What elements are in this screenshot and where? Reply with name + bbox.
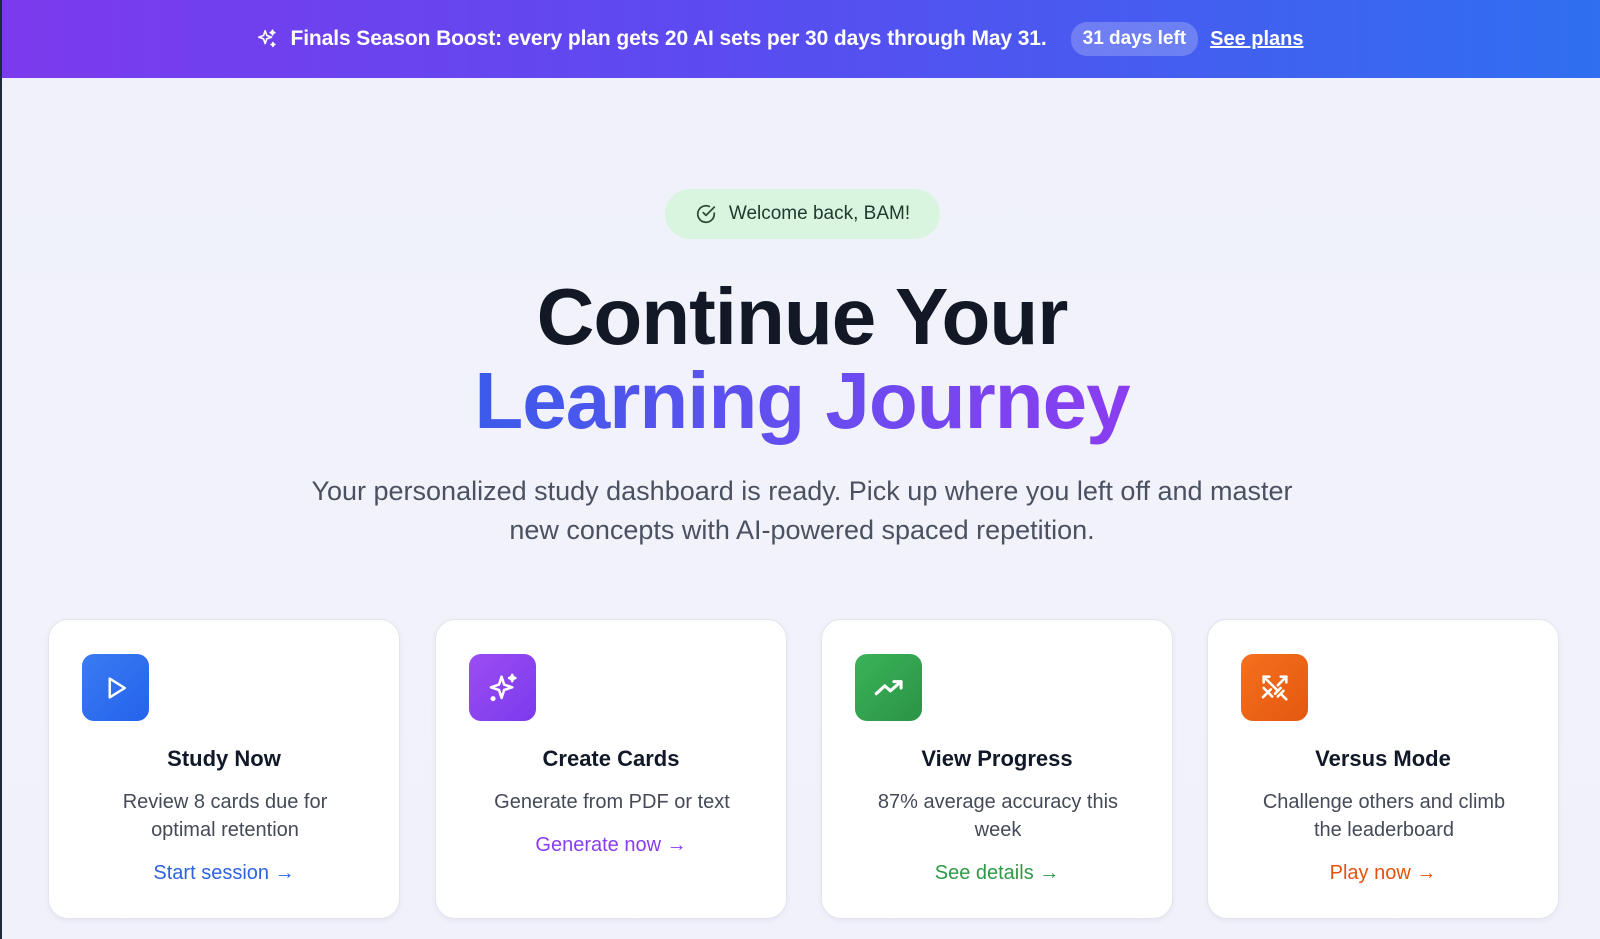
card-description: 87% average accuracy this week xyxy=(877,791,1119,841)
card-description: Generate from PDF or text xyxy=(494,791,730,813)
versus-mode-card[interactable]: Versus Mode Challenge others and climb t… xyxy=(1207,619,1559,919)
card-title: View Progress xyxy=(921,746,1073,771)
banner-message: Finals Season Boost: every plan gets 20 … xyxy=(290,27,1047,50)
swords-icon xyxy=(1241,654,1308,721)
play-now-link[interactable]: Play now → xyxy=(1208,862,1558,885)
welcome-badge: Welcome back, BAM! xyxy=(665,189,940,239)
sparkles-icon xyxy=(256,28,278,50)
card-description: Review 8 cards due for optimal retention xyxy=(122,791,328,841)
promo-banner: Finals Season Boost: every plan gets 20 … xyxy=(2,0,1600,78)
study-now-card[interactable]: Study Now Review 8 cards due for optimal… xyxy=(48,619,400,919)
dashboard-page: Finals Season Boost: every plan gets 20 … xyxy=(0,0,1600,939)
page-title: Continue Your xyxy=(536,272,1069,361)
play-icon xyxy=(82,654,149,721)
page-subtitle: Your personalized study dashboard is rea… xyxy=(311,476,1293,545)
welcome-text: Welcome back, BAM! xyxy=(728,203,911,224)
see-details-link[interactable]: See details → xyxy=(822,862,1172,885)
page-title-gradient-text: Learning Journey xyxy=(474,356,1130,445)
card-title: Create Cards xyxy=(542,746,680,771)
page-title-highlight: Learning Journey xyxy=(2,355,1600,447)
card-description: Challenge others and climb the leaderboa… xyxy=(1262,791,1506,841)
create-cards-card[interactable]: Create Cards Generate from PDF or text G… xyxy=(435,619,787,919)
view-progress-card[interactable]: View Progress 87% average accuracy this … xyxy=(821,619,1173,919)
sparkle-icon xyxy=(469,654,536,721)
check-circle-icon xyxy=(695,203,717,225)
see-plans-link[interactable]: See plans xyxy=(1210,28,1303,51)
trending-up-icon xyxy=(855,654,922,721)
card-title: Versus Mode xyxy=(1315,746,1451,771)
generate-now-link[interactable]: Generate now → xyxy=(436,834,786,857)
card-title: Study Now xyxy=(167,746,281,771)
days-left-badge: 31 days left xyxy=(1070,22,1199,56)
start-session-link[interactable]: Start session → xyxy=(49,862,399,885)
